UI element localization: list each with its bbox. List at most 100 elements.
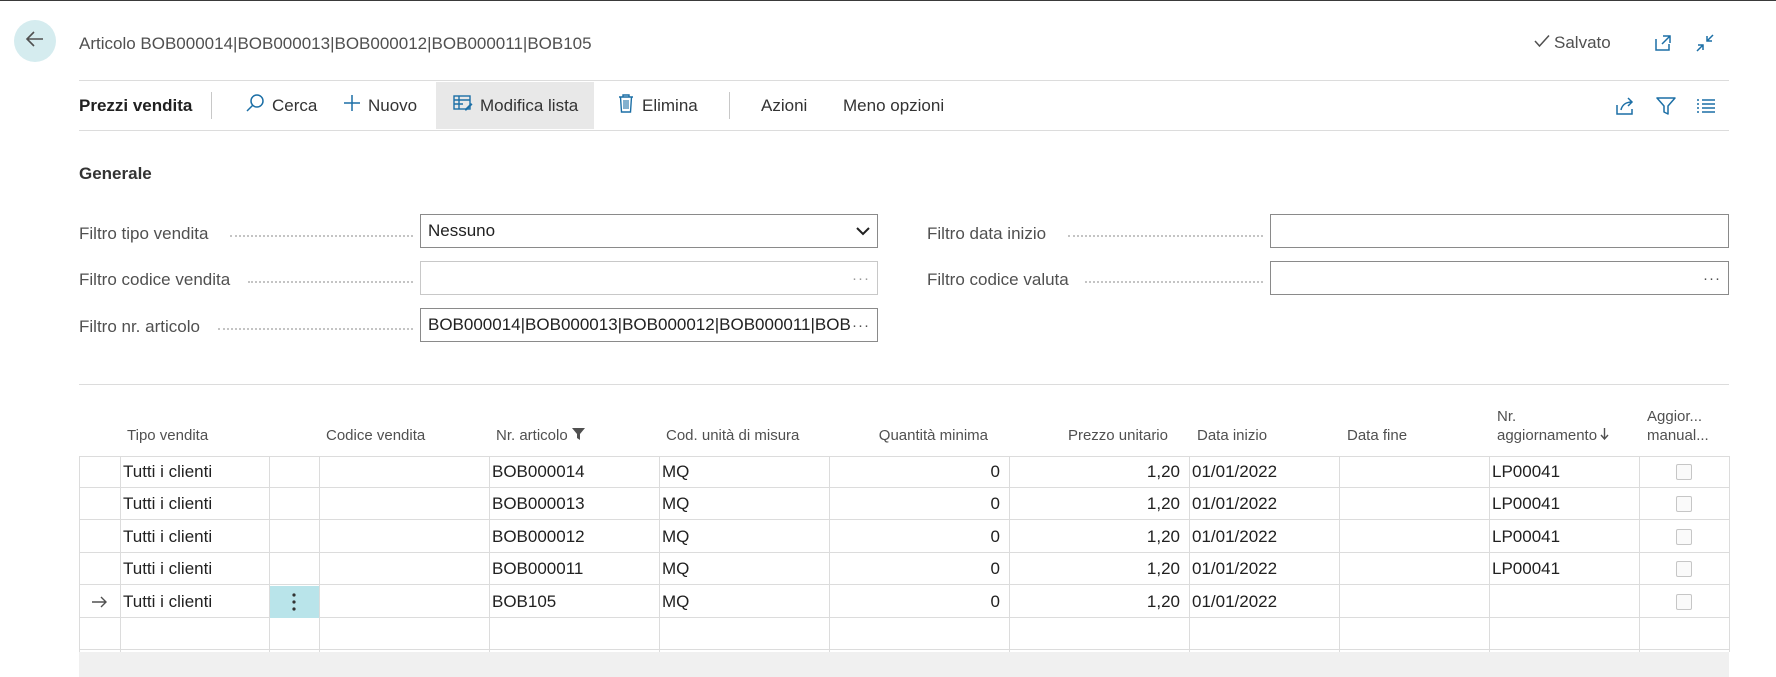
- fewer-options-button[interactable]: Meno opzioni: [843, 82, 944, 129]
- start-date-filter-field[interactable]: [1270, 214, 1729, 248]
- cell-start-date[interactable]: 01/01/2022: [1192, 456, 1332, 488]
- cell-item-no[interactable]: BOB105: [492, 586, 657, 618]
- manual-update-checkbox[interactable]: [1676, 561, 1692, 578]
- cell-unit-price[interactable]: 1,20: [1012, 521, 1180, 553]
- col-header-update-no[interactable]: Nr. aggiornamento: [1497, 407, 1609, 445]
- leader-dots: [248, 281, 413, 283]
- table-row[interactable]: Tutti i clienti BOB000014 MQ 0 1,20 01/01/202…: [79, 456, 1729, 488]
- cell-start-date[interactable]: 01/01/2022: [1192, 521, 1332, 553]
- popout-icon[interactable]: [1651, 31, 1675, 55]
- cell-start-date[interactable]: 01/01/2022: [1192, 488, 1332, 520]
- search-button[interactable]: Cerca: [245, 82, 317, 129]
- col-header-min-qty[interactable]: Quantità minima: [810, 426, 988, 445]
- ellipsis-icon[interactable]: ···: [852, 317, 870, 334]
- table-row[interactable]: Tutti i clienti BOB000013 MQ 0 1,20 01/01/202…: [79, 488, 1729, 521]
- ellipsis-icon[interactable]: ···: [852, 270, 870, 287]
- sales-type-filter-value: Nessuno: [428, 221, 496, 240]
- item-no-filter-value: BOB000014|BOB000013|BOB000012|BOB000011|…: [428, 315, 851, 334]
- cell-update-no[interactable]: LP00041: [1492, 488, 1632, 520]
- trash-icon: [617, 93, 635, 118]
- cell-item-no[interactable]: BOB000014: [492, 456, 657, 488]
- cell-unit-price[interactable]: 1,20: [1012, 553, 1180, 585]
- cell-manual-update[interactable]: [1639, 456, 1729, 488]
- col-header-start-date[interactable]: Data inizio: [1197, 426, 1267, 445]
- col-header-sales-code[interactable]: Codice vendita: [326, 426, 425, 445]
- table-row[interactable]: Tutti i clienti BOB000012 MQ 0 1,20 01/01/202…: [79, 521, 1729, 553]
- cell-uom[interactable]: MQ: [662, 586, 827, 618]
- cell-sales-type[interactable]: Tutti i clienti: [123, 553, 268, 585]
- cell-manual-update[interactable]: [1639, 521, 1729, 553]
- row-menu-icon[interactable]: [269, 585, 319, 618]
- cell-min-qty[interactable]: 0: [832, 586, 1000, 618]
- cell-min-qty[interactable]: 0: [832, 521, 1000, 553]
- cell-update-no[interactable]: LP00041: [1492, 521, 1632, 553]
- col-header-manual-line2: manual...: [1647, 427, 1709, 444]
- cell-uom[interactable]: MQ: [662, 488, 827, 520]
- table-row[interactable]: Tutti i clienti BOB000011 MQ 0 1,20 01/01/202…: [79, 553, 1729, 586]
- new-button[interactable]: Nuovo: [343, 82, 417, 129]
- back-button[interactable]: [14, 20, 56, 62]
- cell-start-date[interactable]: 01/01/2022: [1192, 553, 1332, 585]
- col-header-unit-price[interactable]: Prezzo unitario: [1000, 426, 1168, 445]
- plus-icon: [343, 94, 361, 117]
- cell-sales-type[interactable]: Tutti i clienti: [123, 586, 268, 618]
- grid-line: [319, 456, 320, 652]
- cell-min-qty[interactable]: 0: [832, 456, 1000, 488]
- sales-code-filter-field[interactable]: ···: [420, 261, 878, 295]
- back-arrow-icon: [25, 29, 45, 54]
- sales-type-filter-select[interactable]: Nessuno: [420, 214, 878, 248]
- cell-item-no[interactable]: BOB000012: [492, 521, 657, 553]
- cell-unit-price[interactable]: 1,20: [1012, 456, 1180, 488]
- cell-uom[interactable]: MQ: [662, 521, 827, 553]
- actions-menu[interactable]: Azioni: [761, 82, 807, 129]
- cell-unit-price[interactable]: 1,20: [1012, 488, 1180, 520]
- cell-sales-type[interactable]: Tutti i clienti: [123, 521, 268, 553]
- cell-manual-update[interactable]: [1639, 553, 1729, 585]
- list-icon[interactable]: [1696, 82, 1716, 129]
- cell-unit-price[interactable]: 1,20: [1012, 586, 1180, 618]
- item-no-filter-field[interactable]: BOB000014|BOB000013|BOB000012|BOB000011|…: [420, 308, 878, 342]
- cell-uom[interactable]: MQ: [662, 456, 827, 488]
- grid-line: [120, 456, 121, 652]
- share-icon[interactable]: [1614, 82, 1636, 129]
- cell-min-qty[interactable]: 0: [832, 488, 1000, 520]
- delete-button[interactable]: Elimina: [617, 82, 698, 129]
- table-row[interactable]: Tutti i clienti BOB105 MQ 0 1,20 01/01/2022: [79, 585, 1729, 618]
- currency-filter-field[interactable]: ···: [1270, 261, 1729, 295]
- grid-footer: [79, 652, 1729, 677]
- action-separator: [729, 92, 730, 119]
- manual-update-checkbox[interactable]: [1676, 593, 1692, 610]
- col-header-uom[interactable]: Cod. unità di misura: [666, 426, 799, 445]
- cell-update-no[interactable]: LP00041: [1492, 456, 1632, 488]
- filter-icon: [571, 426, 585, 445]
- col-header-item-no[interactable]: Nr. articolo: [496, 426, 585, 445]
- manual-update-checkbox[interactable]: [1676, 464, 1692, 480]
- cell-start-date[interactable]: 01/01/2022: [1192, 586, 1332, 618]
- cell-min-qty[interactable]: 0: [832, 553, 1000, 585]
- edit-list-button[interactable]: Modifica lista: [436, 82, 595, 129]
- col-header-end-date[interactable]: Data fine: [1347, 426, 1407, 445]
- manual-update-checkbox[interactable]: [1676, 496, 1692, 513]
- cell-manual-update[interactable]: [1639, 586, 1729, 618]
- cell-update-no[interactable]: [1492, 586, 1632, 618]
- cell-update-no[interactable]: LP00041: [1492, 553, 1632, 585]
- col-header-sales-type[interactable]: Tipo vendita: [127, 426, 208, 445]
- collapse-icon[interactable]: [1693, 31, 1717, 55]
- cell-manual-update[interactable]: [1639, 488, 1729, 520]
- leader-dots: [218, 328, 413, 330]
- cell-item-no[interactable]: BOB000011: [492, 553, 657, 585]
- cell-sales-type[interactable]: Tutti i clienti: [123, 488, 268, 520]
- leader-dots: [1085, 281, 1263, 283]
- grid-line: [269, 456, 270, 652]
- col-header-manual-update[interactable]: Aggior... manual...: [1647, 407, 1709, 445]
- saved-label: Salvato: [1554, 33, 1611, 52]
- manual-update-checkbox[interactable]: [1676, 528, 1692, 545]
- cell-item-no[interactable]: BOB000013: [492, 488, 657, 520]
- col-header-item-no-label: Nr. articolo: [496, 427, 568, 444]
- cell-uom[interactable]: MQ: [662, 553, 827, 585]
- table-row-empty[interactable]: [79, 618, 1729, 650]
- filter-icon[interactable]: [1656, 82, 1676, 129]
- ellipsis-icon[interactable]: ···: [1703, 270, 1721, 287]
- currency-filter-label: Filtro codice valuta: [927, 270, 1069, 289]
- cell-sales-type[interactable]: Tutti i clienti: [123, 456, 268, 488]
